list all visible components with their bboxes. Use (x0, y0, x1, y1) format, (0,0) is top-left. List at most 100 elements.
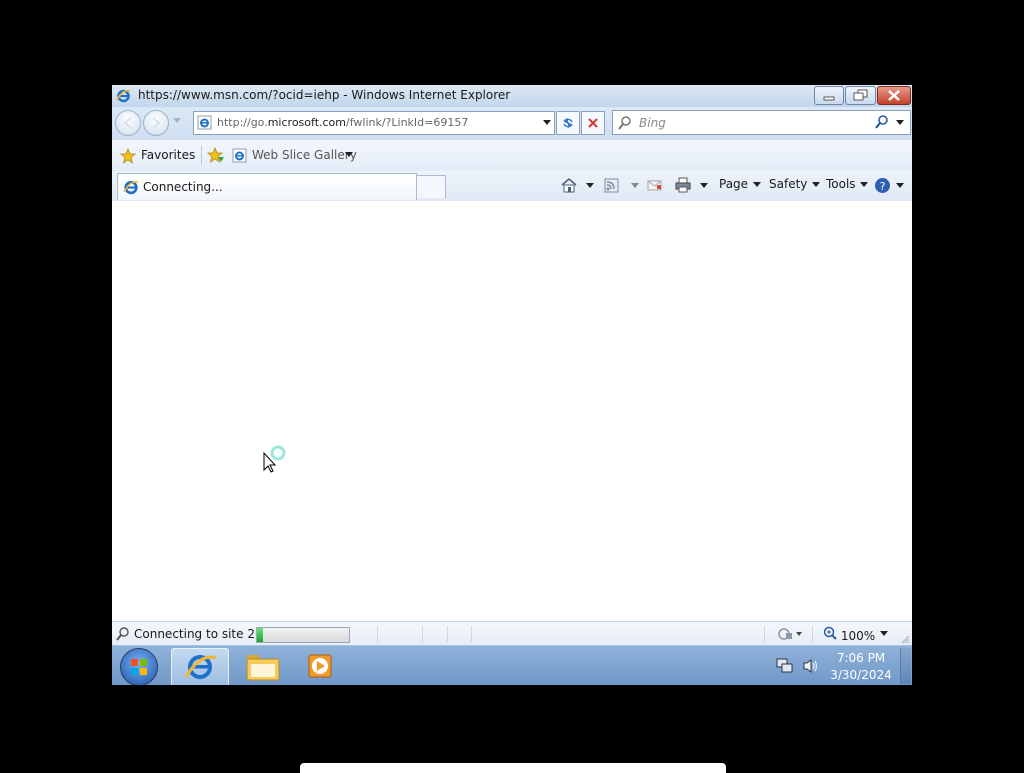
address-bar[interactable]: http://go.microsoft.com/fwlink/?LinkId=6… (193, 111, 555, 135)
volume-icon[interactable] (802, 658, 818, 674)
feeds-button[interactable] (604, 177, 620, 195)
search-options-dropdown-icon[interactable] (896, 120, 904, 125)
tab-label: Connecting... (143, 180, 223, 194)
close-icon (888, 90, 900, 101)
back-icon (123, 117, 132, 129)
progress-bar (256, 627, 350, 643)
feeds-dropdown-icon[interactable] (631, 183, 639, 201)
taskbar: 7:06 PM 3/30/2024 (112, 645, 912, 685)
forward-icon (152, 117, 161, 129)
ie-icon (116, 89, 131, 103)
back-button[interactable] (115, 110, 141, 136)
tools-menu[interactable]: Tools (826, 177, 869, 195)
ie-icon (184, 655, 217, 679)
search-icon (116, 627, 129, 641)
help-icon: ? (875, 178, 890, 193)
favorites-bar: Favorites Web Slice Gallery (112, 140, 912, 172)
home-button[interactable] (560, 177, 578, 195)
stop-button[interactable] (581, 111, 605, 135)
print-button[interactable] (674, 177, 692, 195)
read-mail-button[interactable] (647, 177, 663, 195)
refresh-icon (563, 118, 573, 128)
title-bar: https://www.msn.com/?ocid=iehp - Windows… (112, 85, 912, 107)
feeds-icon (604, 178, 619, 193)
tab-row: Connecting... Page Safety Tools ? (112, 171, 912, 202)
resize-grip-icon[interactable] (900, 634, 910, 644)
taskbar-media-player[interactable] (292, 648, 348, 684)
window-title: https://www.msn.com/?ocid=iehp - Windows… (138, 88, 511, 102)
clock-time[interactable]: 7:06 PM (824, 651, 898, 665)
media-player-icon (308, 654, 332, 678)
zoom-level: 100% (840, 629, 876, 643)
new-tab-button[interactable] (416, 175, 446, 198)
safety-menu[interactable]: Safety (769, 177, 821, 195)
minimize-icon (823, 96, 835, 101)
print-dropdown-icon[interactable] (700, 183, 708, 201)
page-content[interactable] (112, 201, 912, 621)
home-icon (561, 178, 577, 193)
zoom-icon (823, 626, 837, 640)
chevron-down-icon (812, 181, 821, 187)
address-url: http://go.microsoft.com/fwlink/?LinkId=6… (217, 116, 468, 129)
folder-icon (246, 655, 280, 681)
forward-button[interactable] (143, 110, 169, 136)
compatibility-refresh-button[interactable] (556, 111, 580, 135)
status-separator (764, 626, 765, 642)
url-prefix: http://go. (217, 116, 268, 129)
network-icon[interactable] (776, 658, 794, 674)
web-slice-gallery-label: Web Slice Gallery (252, 148, 357, 162)
host-bottom-bar (300, 763, 726, 773)
chevron-down-icon (752, 181, 761, 187)
ie-icon (123, 180, 139, 195)
home-dropdown-icon[interactable] (586, 183, 594, 201)
address-dropdown-icon[interactable] (543, 120, 551, 125)
add-favorite-icon[interactable] (207, 147, 225, 164)
start-button[interactable] (120, 648, 158, 685)
status-separator (447, 626, 448, 642)
stop-icon (588, 118, 598, 128)
protected-mode-icon[interactable] (777, 627, 803, 641)
safety-menu-label: Safety (769, 177, 808, 191)
restore-button[interactable] (845, 86, 876, 105)
minimize-button[interactable] (814, 86, 844, 105)
taskbar-internet-explorer[interactable] (171, 648, 229, 685)
search-box[interactable]: Bing (612, 110, 911, 135)
navigation-bar: http://go.microsoft.com/fwlink/?LinkId=6… (112, 107, 912, 140)
url-suffix: /fwlink/?LinkId=69157 (346, 116, 469, 129)
taskbar-windows-explorer[interactable] (235, 648, 291, 684)
restore-icon (853, 89, 868, 101)
star-icon (120, 148, 136, 164)
help-menu[interactable]: ? (874, 177, 905, 195)
zoom-dropdown-icon[interactable] (880, 631, 888, 636)
ie-page-icon (232, 148, 247, 163)
clock-date[interactable]: 3/30/2024 (824, 668, 898, 682)
page-menu-label: Page (719, 177, 749, 191)
search-icon[interactable] (875, 115, 889, 129)
page-menu[interactable]: Page (719, 177, 762, 195)
mail-icon (647, 180, 662, 191)
status-text: Connecting to site 204 (134, 627, 271, 641)
chevron-down-icon (860, 181, 869, 187)
tab-active[interactable]: Connecting... (117, 173, 417, 200)
chevron-down-icon (895, 182, 904, 188)
search-provider-icon (618, 116, 631, 130)
favorites-label: Favorites (141, 148, 196, 162)
recent-pages-dropdown-icon[interactable] (173, 118, 181, 123)
tools-menu-label: Tools (826, 177, 856, 191)
close-button[interactable] (877, 86, 911, 105)
show-desktop-button[interactable] (900, 648, 911, 684)
windows-orb-icon (131, 659, 147, 675)
status-separator (471, 626, 472, 642)
progress-fill (257, 628, 263, 642)
favorites-separator (201, 146, 202, 165)
svg-text:?: ? (880, 180, 886, 193)
search-placeholder: Bing (639, 116, 666, 130)
print-icon (675, 177, 691, 193)
status-separator (377, 626, 378, 642)
status-bar: Connecting to site 204 100% (112, 621, 912, 646)
status-separator (812, 626, 813, 642)
page-ie-icon (197, 115, 212, 130)
chevron-down-icon (345, 152, 353, 157)
ie-window: https://www.msn.com/?ocid=iehp - Windows… (112, 85, 912, 685)
zoom-control[interactable]: 100% (823, 626, 875, 643)
